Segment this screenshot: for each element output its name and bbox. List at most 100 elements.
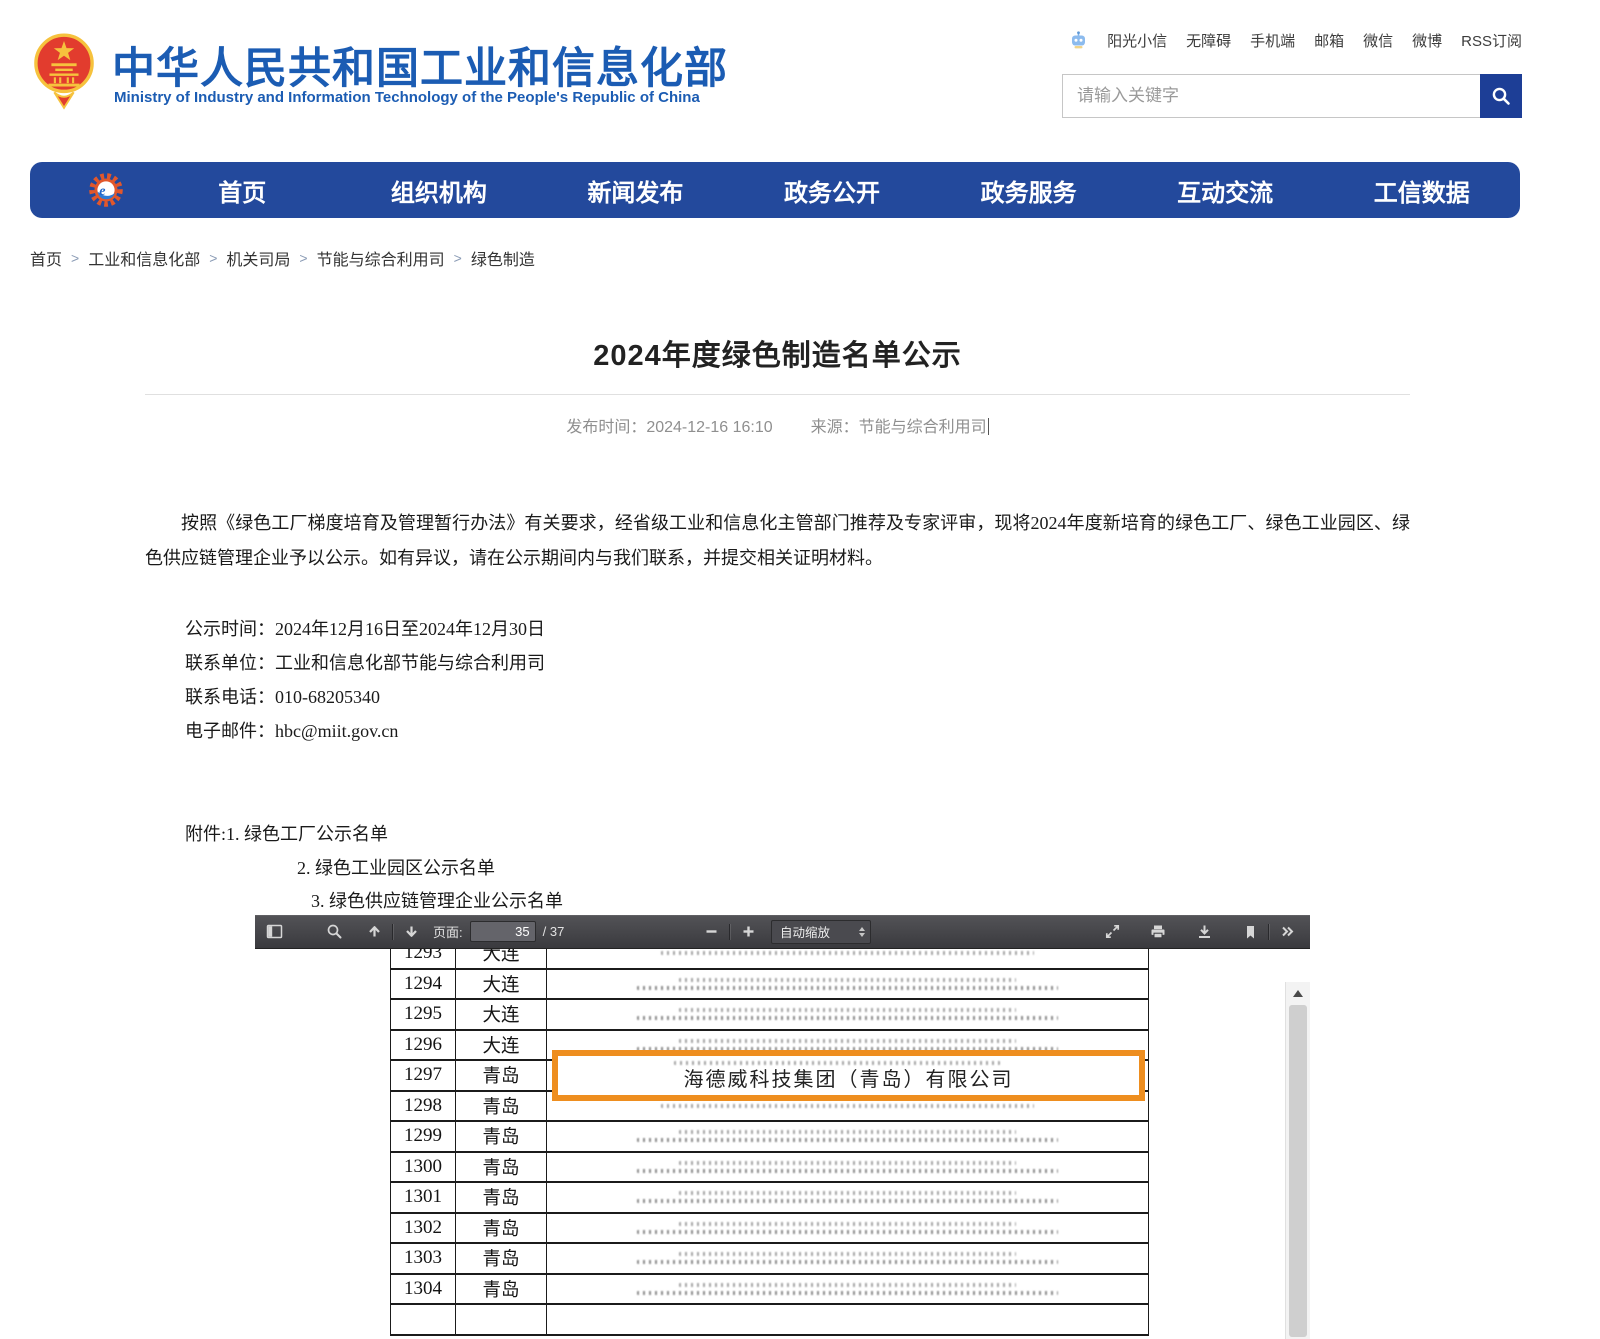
attachment-item-2: 2. 绿色工业园区公示名单 (185, 852, 563, 886)
search-input[interactable] (1062, 74, 1480, 118)
redacted-text-line (679, 1222, 1016, 1226)
redacted-text-line (679, 1191, 1016, 1195)
next-page-button[interactable] (398, 919, 424, 944)
chevrons-right-icon (1279, 924, 1295, 939)
page-number-input[interactable] (470, 921, 536, 942)
toolbar-divider (729, 924, 730, 940)
presentation-mode-button[interactable] (1099, 919, 1125, 944)
download-button[interactable] (1191, 919, 1217, 944)
toolbar-divider (1268, 924, 1269, 940)
page-up-icon (366, 923, 383, 940)
print-icon (1149, 923, 1167, 940)
table-row: 1300青岛 (391, 1152, 1149, 1183)
breadcrumb-link[interactable]: 绿色制造 (471, 246, 535, 270)
redacted-text-line (661, 1104, 1034, 1108)
redacted-text-line (679, 1039, 1016, 1043)
highlighted-company-box: 海德威科技集团（青岛）有限公司 (552, 1050, 1145, 1101)
city-cell: 青岛 (456, 1213, 547, 1244)
source-label: 来源： (811, 419, 859, 436)
sidebar-toggle-icon (266, 923, 283, 940)
current-view-button[interactable] (1237, 919, 1263, 944)
info-line-publicity-period: 公示时间：2024年12月16日至2024年12月30日 (185, 612, 545, 646)
zoom-out-button[interactable] (698, 919, 724, 944)
page-title: 2024年度绿色制造名单公示 (145, 332, 1410, 374)
nav-item[interactable]: 工信数据 (1323, 173, 1520, 208)
table-row: 1294大连 (391, 969, 1149, 1000)
find-icon (326, 923, 343, 940)
row-number-cell: 1300 (391, 1152, 456, 1183)
national-emblem-logo (33, 30, 95, 114)
table-row: 1299青岛 (391, 1121, 1149, 1152)
city-cell: 大连 (456, 969, 547, 1000)
scrollbar-up-arrow[interactable] (1286, 982, 1310, 1004)
nav-item[interactable]: 新闻发布 (537, 173, 734, 208)
main-nav: e 首页组织机构新闻发布政务公开政务服务互动交流工信数据 (30, 162, 1520, 218)
redacted-text-line (679, 1252, 1016, 1256)
quick-link[interactable]: 邮箱 (1314, 30, 1344, 51)
nav-item[interactable]: 组织机构 (341, 173, 538, 208)
breadcrumb-link[interactable]: 工业和信息化部 (88, 246, 200, 270)
quick-link[interactable]: 无障碍 (1186, 30, 1231, 51)
zoom-level-value: 自动缩放 (772, 922, 859, 941)
redacted-text-line (637, 1169, 1058, 1173)
publish-time-label: 发布时间： (566, 419, 646, 436)
nav-item[interactable]: 首页 (144, 173, 341, 208)
company-cell (547, 1243, 1149, 1274)
search-bar (1062, 74, 1522, 118)
quick-link[interactable]: 手机端 (1250, 30, 1295, 51)
search-icon (1490, 85, 1512, 107)
pdf-table: 1293大连1294大连1295大连1296大连1297青岛海德威科技集团（青岛… (390, 949, 1149, 1336)
toolbar-right-group (1099, 915, 1300, 948)
redacted-text-line (679, 1130, 1016, 1134)
publish-time: 2024-12-16 16:10 (646, 419, 772, 436)
quick-link[interactable]: RSS订阅 (1461, 30, 1522, 51)
nav-item[interactable]: 政务服务 (930, 173, 1127, 208)
quick-link[interactable]: 阳光小信 (1107, 30, 1167, 51)
row-number-cell: 1294 (391, 969, 456, 1000)
table-row: 1293大连 (391, 949, 1149, 969)
nav-item[interactable]: 互动交流 (1127, 173, 1324, 208)
city-cell: 大连 (456, 949, 547, 969)
page-down-icon (403, 923, 420, 940)
print-button[interactable] (1145, 919, 1171, 944)
company-cell (547, 1152, 1149, 1183)
title-divider (145, 394, 1410, 395)
redacted-text-line (637, 986, 1058, 990)
city-cell: 青岛 (456, 1060, 547, 1091)
fullscreen-icon (1104, 923, 1121, 940)
pdf-page-content: 1293大连1294大连1295大连1296大连1297青岛海德威科技集团（青岛… (255, 949, 1310, 1339)
redacted-text-line (637, 1260, 1058, 1264)
scrollbar-thumb[interactable] (1289, 1005, 1307, 1337)
previous-page-button[interactable] (361, 919, 387, 944)
pdf-scrollbar[interactable] (1285, 982, 1310, 1339)
redacted-text-line (637, 1138, 1058, 1142)
nav-items: 首页组织机构新闻发布政务公开政务服务互动交流工信数据 (144, 173, 1520, 208)
source-value: 节能与综合利用司 (859, 419, 987, 436)
row-number-cell: 1304 (391, 1274, 456, 1305)
contact-info: 公示时间：2024年12月16日至2024年12月30日 联系单位：工业和信息化… (185, 612, 545, 748)
row-number-cell: 1295 (391, 999, 456, 1030)
quick-link[interactable]: 微博 (1412, 30, 1442, 51)
company-cell (547, 949, 1149, 969)
redacted-text-line (674, 1061, 999, 1065)
page: 中华人民共和国工业和信息化部 Ministry of Industry and … (0, 0, 1600, 1339)
breadcrumb-link[interactable]: 节能与综合利用司 (317, 246, 445, 270)
row-number-cell: 1301 (391, 1182, 456, 1213)
breadcrumb-link[interactable]: 首页 (30, 246, 62, 270)
find-button[interactable] (321, 919, 347, 944)
pdf-viewer: 页面: / 37 (255, 915, 1310, 1339)
zoom-in-button[interactable] (735, 919, 761, 944)
breadcrumb-link[interactable]: 机关司局 (226, 246, 290, 270)
quick-link[interactable]: 微信 (1363, 30, 1393, 51)
breadcrumb-separator: > (299, 250, 307, 266)
search-button[interactable] (1480, 74, 1522, 118)
nav-item[interactable]: 政务公开 (734, 173, 931, 208)
company-cell (547, 1304, 1149, 1335)
redacted-text-line (679, 978, 1016, 982)
bookmark-icon (1243, 924, 1258, 940)
toolbar-divider (392, 924, 393, 940)
zoom-level-select[interactable]: 自动缩放 (771, 920, 871, 944)
toolbar-more-button[interactable] (1274, 919, 1300, 944)
table-row: 1295大连 (391, 999, 1149, 1030)
sidebar-toggle-button[interactable] (261, 919, 287, 944)
